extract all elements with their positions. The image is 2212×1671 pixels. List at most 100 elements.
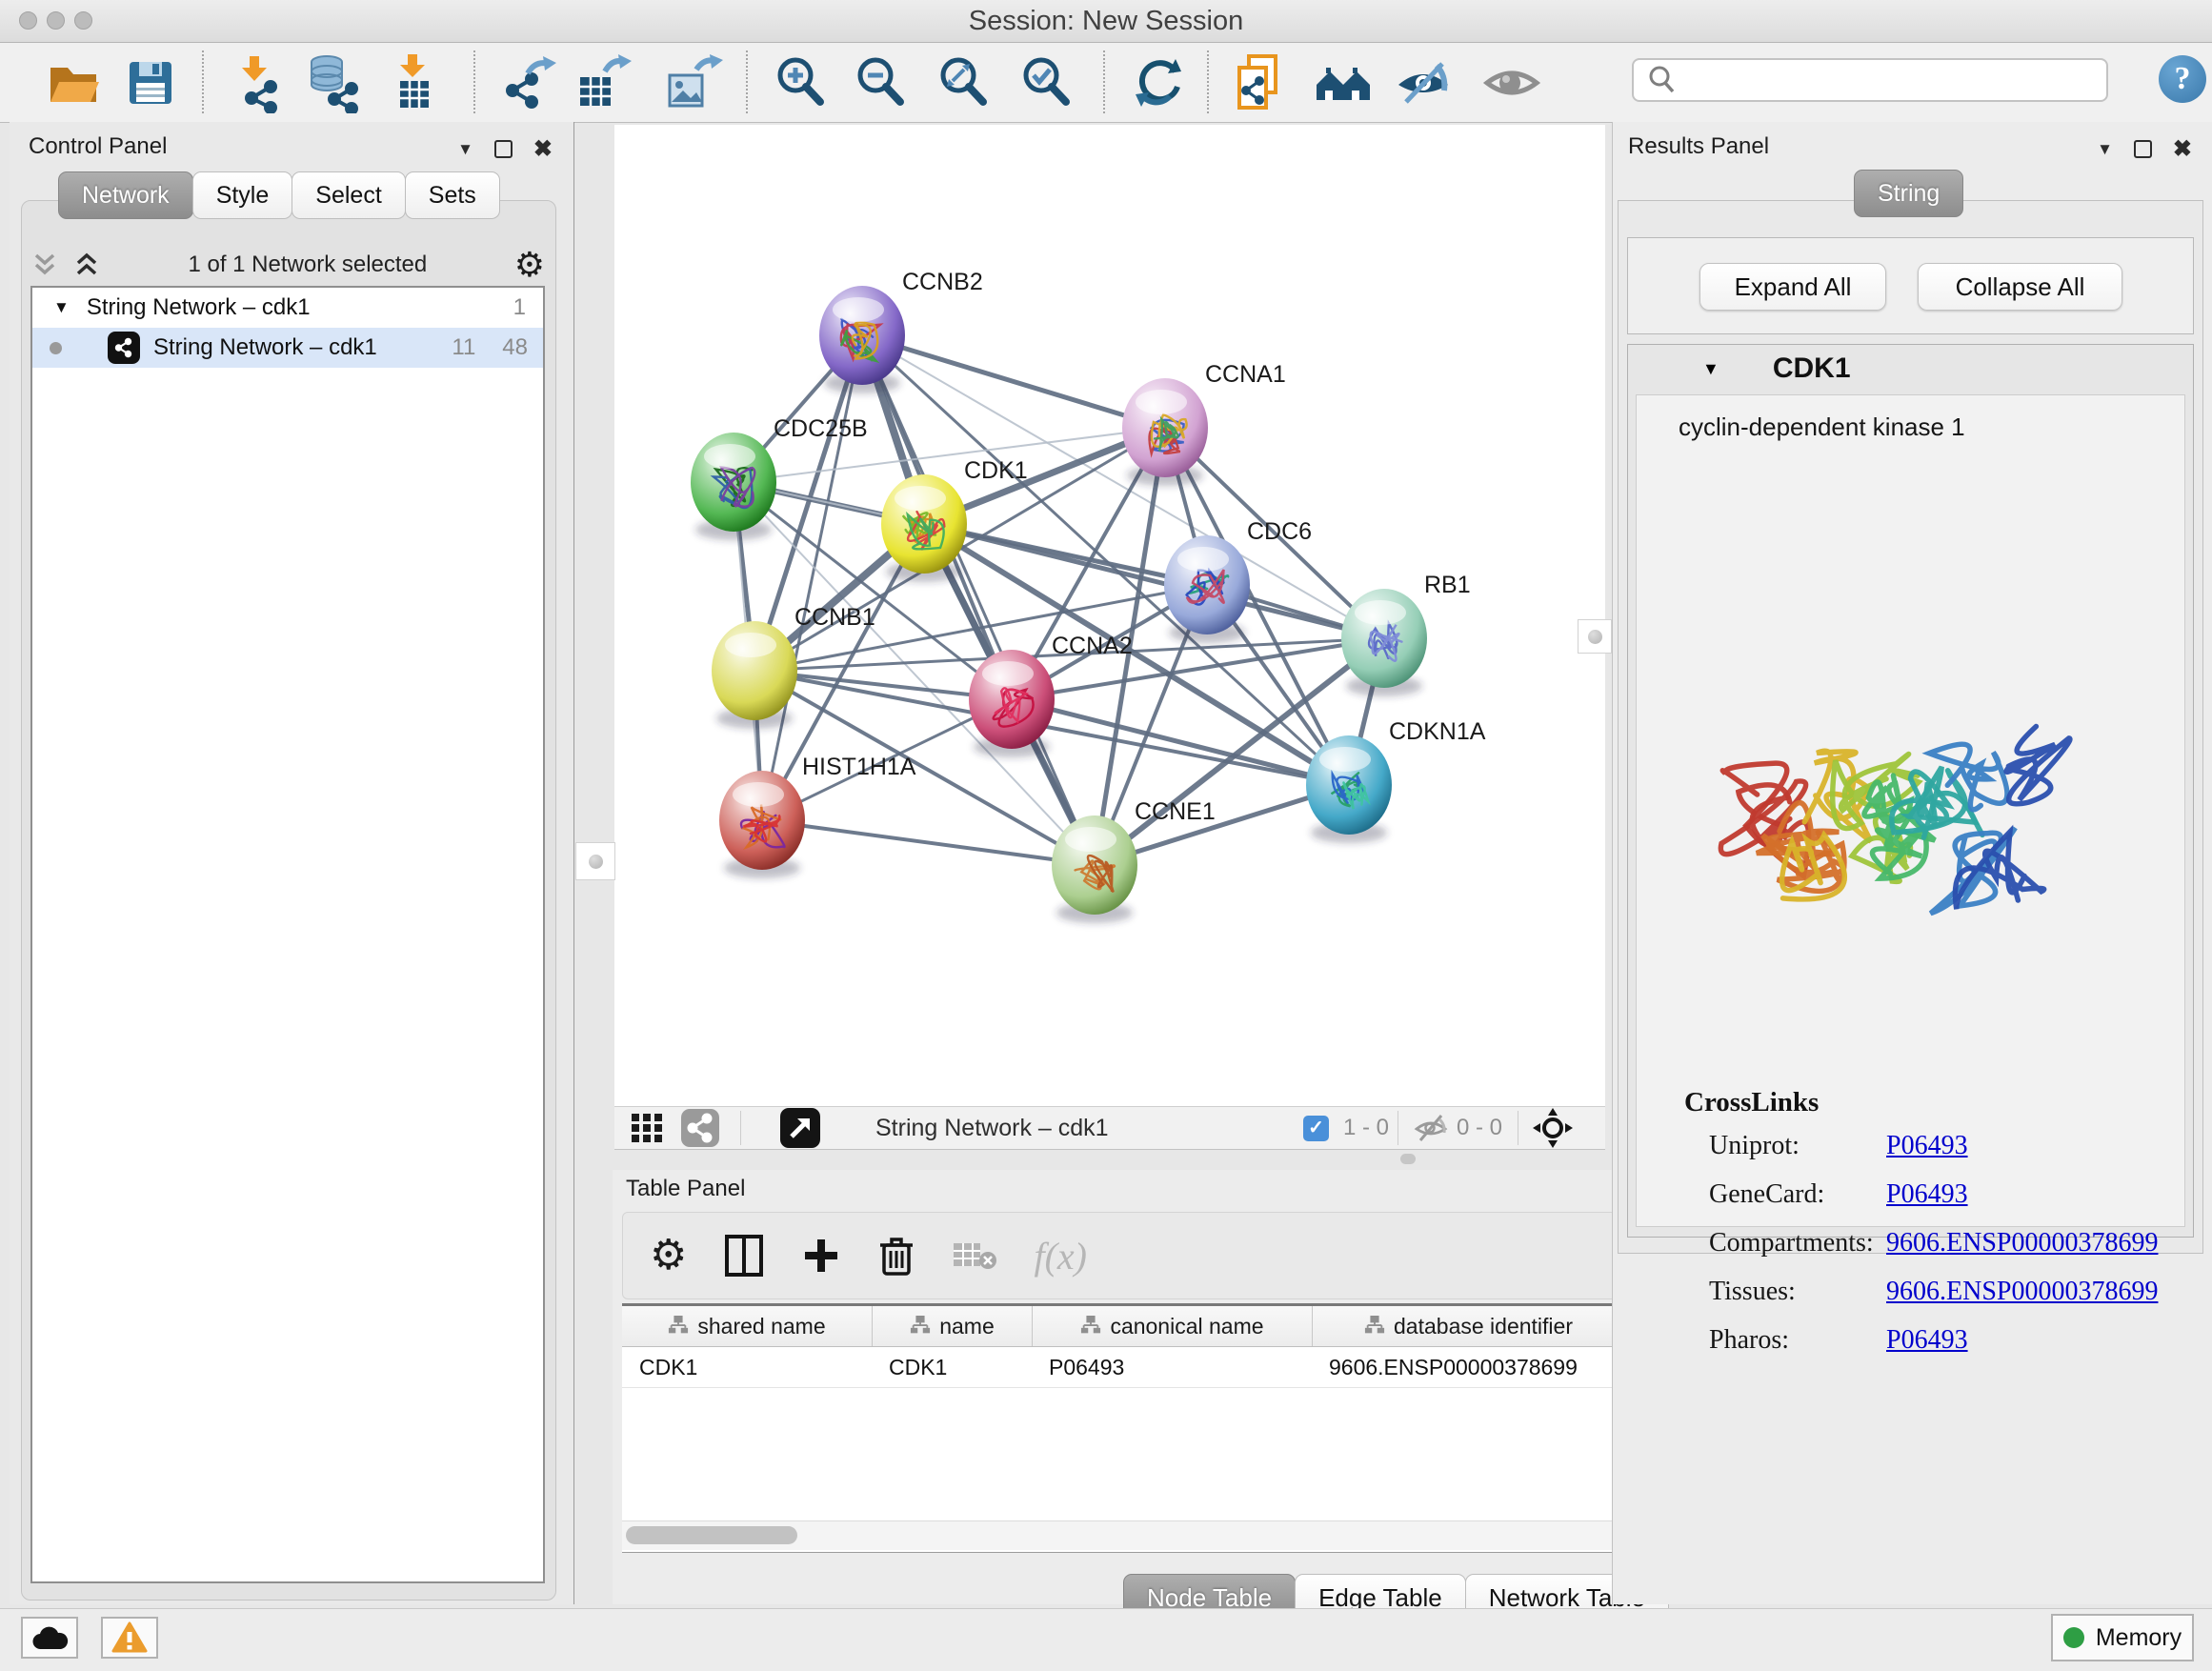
search-input[interactable]: [1681, 66, 2106, 94]
crosslink-link[interactable]: P06493: [1886, 1179, 1968, 1210]
network-edge-CCNB2-CCNA1[interactable]: [862, 335, 1165, 428]
control-panel-menu-icon[interactable]: ▼: [457, 140, 473, 159]
crosslink-link[interactable]: P06493: [1886, 1131, 1968, 1161]
zoom-selected-icon[interactable]: [1016, 52, 1077, 113]
control-panel-float-icon[interactable]: [494, 140, 513, 158]
export-table-icon[interactable]: [573, 52, 633, 113]
network-node-count: 11: [452, 334, 475, 361]
zoom-in-icon[interactable]: [771, 52, 832, 113]
network-node-CDC6[interactable]: [1164, 535, 1250, 643]
column-header-shared-name[interactable]: shared name: [622, 1306, 872, 1346]
horizontal-splitter-handle[interactable]: [1400, 1154, 1416, 1164]
fit-content-crosshair-icon[interactable]: [1531, 1107, 1575, 1149]
left-splitter-handle[interactable]: [575, 842, 615, 880]
network-node-CCNB2[interactable]: [819, 286, 905, 393]
section-content: cyclin-dependent kinase 1 CrossLinks Uni…: [1636, 394, 2185, 1227]
search-field[interactable]: [1632, 58, 2108, 102]
crosslink-link[interactable]: 9606.ENSP00000378699: [1886, 1228, 2158, 1258]
table-options-gear-icon[interactable]: ⚙: [650, 1235, 687, 1277]
network-node-CCNB1[interactable]: [712, 621, 797, 729]
column-header-database-identifier[interactable]: database identifier: [1312, 1306, 1624, 1346]
section-collapse-icon[interactable]: ▼: [1702, 359, 1719, 379]
network-edge-HIST1H1A-CCNE1[interactable]: [762, 820, 1095, 865]
crosslink-link[interactable]: P06493: [1886, 1325, 1968, 1356]
import-network-from-database-icon[interactable]: [302, 52, 363, 113]
tab-sets[interactable]: Sets: [405, 171, 500, 219]
memory-label: Memory: [2096, 1624, 2182, 1652]
table-cell[interactable]: CDK1: [622, 1347, 872, 1387]
hide-selected-eye-slash-icon[interactable]: [1393, 52, 1454, 113]
birds-eye-view-icon[interactable]: [628, 1107, 668, 1149]
show-columns-icon[interactable]: [723, 1233, 765, 1278]
expand-all-button[interactable]: Expand All: [1699, 263, 1886, 311]
network-node-RB1[interactable]: [1341, 589, 1427, 696]
network-view-canvas[interactable]: CCNB2CCNA1CDC25BCDK1CDC6RB1CCNB1CCNA2CDK…: [614, 125, 1605, 1106]
delete-column-trash-icon[interactable]: [877, 1234, 915, 1278]
section-header[interactable]: ▼ CDK1: [1628, 345, 2193, 393]
network-edge-CCNB2-HIST1H1A[interactable]: [762, 335, 862, 820]
network-options-gear-icon[interactable]: ⚙: [514, 248, 545, 282]
warning-button[interactable]: [101, 1617, 158, 1659]
help-button[interactable]: ?: [2159, 55, 2206, 103]
open-in-new-window-icon[interactable]: [778, 1107, 822, 1149]
table-cell[interactable]: 9606.ENSP00000378699: [1312, 1347, 1624, 1387]
export-network-icon[interactable]: [499, 52, 560, 113]
tab-style[interactable]: Style: [192, 171, 293, 219]
network-node-CDKN1A[interactable]: [1306, 735, 1392, 843]
network-node-CDC25B[interactable]: [691, 433, 776, 540]
delete-table-icon: [952, 1238, 997, 1274]
export-image-icon[interactable]: [662, 52, 723, 113]
save-session-icon[interactable]: [120, 52, 181, 113]
node-label-RB1: RB1: [1424, 572, 1471, 598]
expand-all-chevron-icon[interactable]: [72, 252, 101, 277]
network-node-CCNE1[interactable]: [1052, 815, 1137, 923]
node-label-CDC6: CDC6: [1247, 518, 1312, 545]
network-graph[interactable]: CCNB2CCNA1CDC25BCDK1CDC6RB1CCNB1CCNA2CDK…: [614, 125, 1605, 1106]
network-node-HIST1H1A[interactable]: [719, 771, 805, 878]
cloud-button[interactable]: [21, 1617, 78, 1659]
table-cell[interactable]: CDK1: [872, 1347, 1032, 1387]
node-label-CDK1: CDK1: [964, 457, 1028, 484]
table-cell[interactable]: P06493: [1032, 1347, 1312, 1387]
hidden-eye-slash-icon[interactable]: [1413, 1107, 1449, 1149]
network-share-view-icon[interactable]: [679, 1107, 721, 1149]
network-node-CCNA1[interactable]: [1122, 378, 1208, 486]
crosslink-row: Pharos:P06493: [1709, 1316, 2166, 1364]
selected-checkbox-icon[interactable]: ✓: [1303, 1107, 1329, 1149]
tab-network[interactable]: Network: [58, 171, 193, 219]
collapse-all-chevron-icon[interactable]: [30, 252, 59, 277]
refresh-icon[interactable]: [1128, 52, 1189, 113]
tab-string[interactable]: String: [1854, 170, 1963, 217]
results-panel-close-icon[interactable]: ✖: [2173, 135, 2192, 163]
network-collection-row[interactable]: ▼ String Network – cdk1 1: [32, 288, 543, 328]
crosslink-link[interactable]: 9606.ENSP00000378699: [1886, 1277, 2158, 1307]
column-header-name[interactable]: name: [872, 1306, 1032, 1346]
node-label-HIST1H1A: HIST1H1A: [802, 754, 916, 780]
status-bar: Memory: [0, 1608, 2212, 1671]
network-node-CDK1[interactable]: [881, 474, 967, 582]
network-selection-status: 1 of 1 Network selected: [101, 252, 514, 278]
new-network-from-selection-icon[interactable]: [1230, 52, 1291, 113]
scrollbar-thumb[interactable]: [626, 1526, 797, 1544]
results-panel-menu-icon[interactable]: ▼: [2097, 140, 2113, 159]
zoom-fit-icon[interactable]: [934, 52, 995, 113]
control-panel-close-icon[interactable]: ✖: [533, 135, 553, 163]
network-node-CCNA2[interactable]: [969, 650, 1055, 757]
right-splitter-handle[interactable]: [1578, 619, 1612, 654]
column-header-canonical-name[interactable]: canonical name: [1032, 1306, 1312, 1346]
collection-expand-icon[interactable]: ▼: [53, 298, 70, 317]
network-edge-CDK1-RB1[interactable]: [924, 524, 1384, 638]
tab-select[interactable]: Select: [292, 171, 405, 219]
show-all-eye-icon[interactable]: [1481, 52, 1542, 113]
first-neighbors-icon[interactable]: [1313, 52, 1374, 113]
import-network-icon[interactable]: [227, 52, 288, 113]
zoom-out-icon[interactable]: [851, 52, 912, 113]
results-panel-float-icon[interactable]: [2134, 140, 2152, 158]
open-session-icon[interactable]: [43, 52, 104, 113]
collapse-all-button[interactable]: Collapse All: [1918, 263, 2122, 311]
memory-button[interactable]: Memory: [2051, 1614, 2194, 1661]
network-row-selected[interactable]: String Network – cdk1 11 48: [32, 328, 543, 368]
add-column-icon[interactable]: [801, 1236, 841, 1276]
import-table-icon[interactable]: [385, 52, 446, 113]
network-edge-CCNB2-CCNE1[interactable]: [862, 335, 1095, 865]
